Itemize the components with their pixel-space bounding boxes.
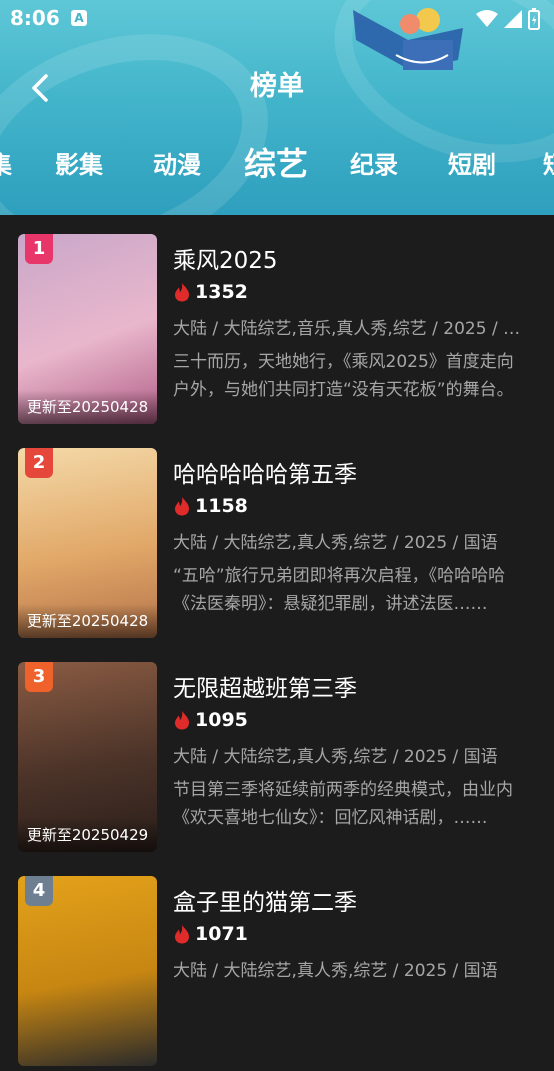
item-meta: 大陆 / 大陆综艺,真人秀,综艺 / 2025 / 国语 xyxy=(173,747,498,767)
update-status: 更新至20250429 xyxy=(18,818,157,852)
item-description: 三十而历，天地她行，《乘风2025》首度走向户外，与她们共同打造“没有天花板”的… xyxy=(173,352,514,400)
heat-score: 1071 xyxy=(173,921,248,947)
item-title[interactable]: 乘风2025 xyxy=(173,241,278,275)
rank-badge: 3 xyxy=(25,662,53,692)
battery-icon xyxy=(528,8,540,30)
item-description: “五哈”旅行兄弟团即将再次启程，《哈哈哈哈《法医秦明》：悬疑犯罪剧，讲述法医…… xyxy=(173,566,506,614)
tab-anime[interactable]: 动漫 xyxy=(153,145,201,180)
heat-value: 1095 xyxy=(195,709,248,731)
notification-a-icon: A xyxy=(71,10,87,26)
tab-series[interactable]: 影集 xyxy=(55,145,103,180)
category-tabs: 集 影集 动漫 综艺 纪录 短剧 短 xyxy=(0,145,554,195)
heat-score: 1352 xyxy=(173,279,248,305)
tab-more[interactable]: 短 xyxy=(543,145,554,180)
tab-episodes[interactable]: 集 xyxy=(0,145,12,180)
poster-image[interactable]: 2 更新至20250428 xyxy=(18,448,157,638)
wifi-icon xyxy=(476,10,498,27)
heat-value: 1158 xyxy=(195,495,248,517)
item-meta: 大陆 / 大陆综艺,真人秀,综艺 / 2025 / 国语 xyxy=(173,961,498,981)
signal-icon xyxy=(504,10,522,28)
poster-image[interactable]: 3 更新至20250429 xyxy=(18,662,157,852)
item-meta: 大陆 / 大陆综艺,音乐,真人秀,综艺 / 2025 / 国语 xyxy=(173,319,533,339)
tab-short-drama[interactable]: 短剧 xyxy=(448,145,496,180)
update-status: 更新至20250428 xyxy=(18,604,157,638)
item-title[interactable]: 盒子里的猫第二季 xyxy=(173,883,357,917)
header: 8:06 A 榜单 集 影集 动漫 综艺 纪录 短剧 短 xyxy=(0,0,554,215)
item-title[interactable]: 哈哈哈哈哈第五季 xyxy=(173,455,357,489)
poster-image[interactable]: 1 更新至20250428 xyxy=(18,234,157,424)
flame-icon xyxy=(175,497,189,516)
list-item[interactable]: 4 盒子里的猫第二季 1071 大陆 / 大陆综艺,真人秀,综艺 / 2025 … xyxy=(0,857,554,1071)
update-status: 更新至20250428 xyxy=(18,390,157,424)
flame-icon xyxy=(175,925,189,944)
tab-variety[interactable]: 综艺 xyxy=(244,139,308,185)
rank-badge: 4 xyxy=(25,876,53,906)
tab-documentary[interactable]: 纪录 xyxy=(350,145,398,180)
item-title[interactable]: 无限超越班第三季 xyxy=(173,669,357,703)
list-item[interactable]: 1 更新至20250428 乘风2025 1352 大陆 / 大陆综艺,音乐,真… xyxy=(0,215,554,429)
heat-value: 1352 xyxy=(195,281,248,303)
item-description: 节目第三季将延续前两季的经典模式，由业内《欢天喜地七仙女》：回忆风神话剧，…… xyxy=(173,780,513,828)
heat-score: 1158 xyxy=(173,493,248,519)
flame-icon xyxy=(175,283,189,302)
list-item[interactable]: 3 更新至20250429 无限超越班第三季 1095 大陆 / 大陆综艺,真人… xyxy=(0,643,554,857)
status-time: 8:06 xyxy=(10,6,60,30)
list-item[interactable]: 2 更新至20250428 哈哈哈哈哈第五季 1158 大陆 / 大陆综艺,真人… xyxy=(0,429,554,643)
page-title: 榜单 xyxy=(250,71,304,102)
heat-score: 1095 xyxy=(173,707,248,733)
rank-badge: 1 xyxy=(25,234,53,264)
item-meta: 大陆 / 大陆综艺,真人秀,综艺 / 2025 / 国语 xyxy=(173,533,498,553)
system-icons xyxy=(476,8,540,30)
status-bar: 8:06 A xyxy=(0,0,554,36)
rank-badge: 2 xyxy=(25,448,53,478)
flame-icon xyxy=(175,711,189,730)
heat-value: 1071 xyxy=(195,923,248,945)
poster-image[interactable]: 4 xyxy=(18,876,157,1066)
